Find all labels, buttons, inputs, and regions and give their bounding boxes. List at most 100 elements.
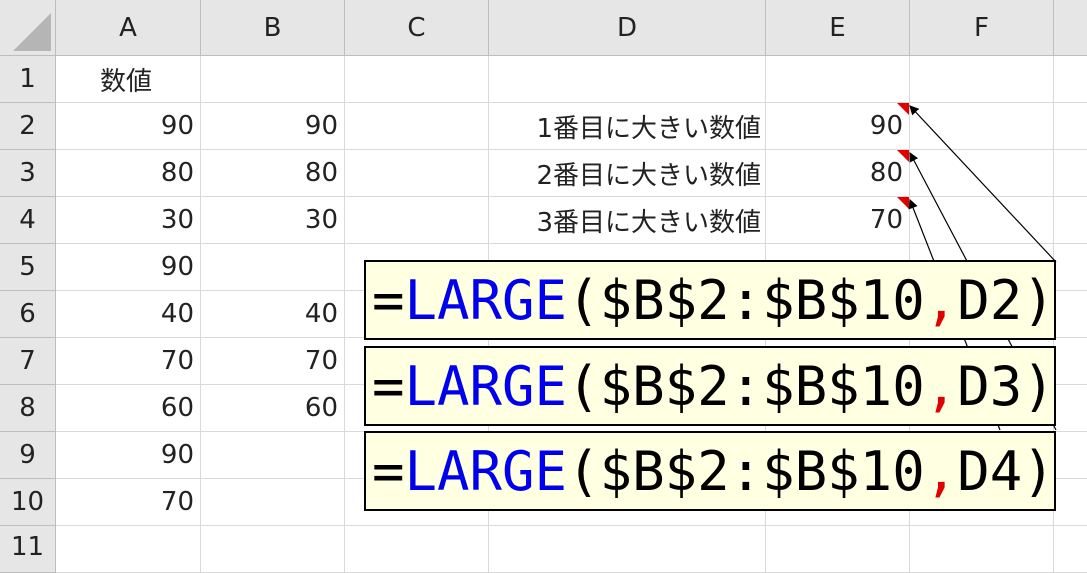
column-header-d[interactable]: D [489,0,766,56]
cell-a5[interactable]: 90 [56,244,201,291]
comment-indicator-e4[interactable] [897,197,909,209]
cell-a9[interactable]: 90 [56,432,201,479]
cell-d2[interactable]: 1番目に大きい数値 [489,103,766,150]
grid-cell[interactable] [910,56,1054,103]
row-header-5[interactable]: 5 [0,244,56,291]
grid-cell[interactable] [1054,197,1087,244]
formula-function: LARGE [404,354,568,418]
grid-cell[interactable] [489,56,766,103]
select-all-corner[interactable] [0,0,56,56]
cell-a10[interactable]: 70 [56,479,201,526]
formula-eq: = [372,439,405,503]
row-header-11[interactable]: 11 [0,526,56,573]
grid-cell[interactable] [766,56,910,103]
grid-cell[interactable] [345,526,489,573]
cell-b2[interactable]: 90 [201,103,345,150]
cell-a8[interactable]: 60 [56,385,201,432]
column-header-b[interactable]: B [201,0,345,56]
grid-cell[interactable] [910,526,1054,573]
grid-cell[interactable] [910,150,1054,197]
grid-cell[interactable] [1054,244,1087,291]
formula-open-paren: ( [567,268,600,332]
formula-range: $B$2:$B$10 [599,439,925,503]
grid-cell[interactable] [1054,432,1087,479]
column-header-f[interactable]: F [910,0,1054,56]
row-header-8[interactable]: 8 [0,385,56,432]
cell-a1[interactable]: 数値 [56,56,201,103]
grid-cell[interactable] [1054,385,1087,432]
grid-cell[interactable] [345,56,489,103]
grid-cell[interactable] [766,526,910,573]
cell-e3[interactable]: 80 [766,150,910,197]
formula-eq: = [372,354,405,418]
column-header-c[interactable]: C [345,0,489,56]
grid-cell[interactable] [910,103,1054,150]
formula-function: LARGE [404,439,568,503]
formula-close-paren: ) [1022,439,1055,503]
formula-range: $B$2:$B$10 [599,268,925,332]
row-header-3[interactable]: 3 [0,150,56,197]
cell-d4[interactable]: 3番目に大きい数値 [489,197,766,244]
grid-cell[interactable] [1054,150,1087,197]
formula-open-paren: ( [567,354,600,418]
row-header-1[interactable]: 1 [0,56,56,103]
grid-cell[interactable] [345,103,489,150]
cell-e4[interactable]: 70 [766,197,910,244]
comment-indicator-e3[interactable] [897,150,909,162]
cell-a7[interactable]: 70 [56,338,201,385]
cell-b4[interactable]: 30 [201,197,345,244]
formula-arg: D2 [957,268,1023,332]
cell-b8[interactable]: 60 [201,385,345,432]
grid-cell[interactable] [1054,291,1087,338]
column-header-a[interactable]: A [56,0,201,56]
formula-comma: , [924,354,958,418]
spreadsheet-grid: A B C D E F 1 2 3 4 5 6 7 8 9 10 11 数値 9… [0,0,1087,573]
cell-b6[interactable]: 40 [201,291,345,338]
grid-cell[interactable] [201,56,345,103]
formula-note-3[interactable]: = LARGE($B$2:$B$10, D4) [364,431,1056,511]
cell-a2[interactable]: 90 [56,103,201,150]
grid-cell[interactable] [1054,103,1087,150]
formula-eq: = [372,268,405,332]
cell-b7[interactable]: 70 [201,338,345,385]
grid-cell[interactable] [910,197,1054,244]
formula-close-paren: ) [1022,268,1055,332]
formula-arg: D4 [957,439,1023,503]
row-header-4[interactable]: 4 [0,197,56,244]
grid-cell[interactable] [201,479,345,526]
cell-d3[interactable]: 2番目に大きい数値 [489,150,766,197]
row-header-2[interactable]: 2 [0,103,56,150]
cell-a6[interactable]: 40 [56,291,201,338]
column-header-e[interactable]: E [766,0,910,56]
grid-cell[interactable] [56,526,201,573]
formula-note-1[interactable]: = LARGE($B$2:$B$10, D2) [364,260,1056,340]
row-header-10[interactable]: 10 [0,479,56,526]
row-header-9[interactable]: 9 [0,432,56,479]
cell-e2[interactable]: 90 [766,103,910,150]
grid-cell[interactable] [201,244,345,291]
formula-comma: , [924,268,958,332]
cell-b3[interactable]: 80 [201,150,345,197]
grid-cell[interactable] [345,150,489,197]
column-header-g[interactable] [1054,0,1087,56]
grid-cell[interactable] [1054,526,1087,573]
grid-cell[interactable] [489,526,766,573]
grid-cell[interactable] [345,197,489,244]
cell-a4[interactable]: 30 [56,197,201,244]
formula-note-2[interactable]: = LARGE($B$2:$B$10, D3) [364,346,1056,426]
grid-cell[interactable] [1054,56,1087,103]
row-header-7[interactable]: 7 [0,338,56,385]
grid-cell[interactable] [1054,338,1087,385]
cell-a3[interactable]: 80 [56,150,201,197]
formula-comma: , [924,439,958,503]
grid-cell[interactable] [1054,479,1087,526]
formula-function: LARGE [404,268,568,332]
formula-close-paren: ) [1022,354,1055,418]
grid-cell[interactable] [201,432,345,479]
formula-range: $B$2:$B$10 [599,354,925,418]
comment-indicator-e2[interactable] [897,103,909,115]
formula-open-paren: ( [567,439,600,503]
row-header-6[interactable]: 6 [0,291,56,338]
formula-arg: D3 [957,354,1023,418]
grid-cell[interactable] [201,526,345,573]
